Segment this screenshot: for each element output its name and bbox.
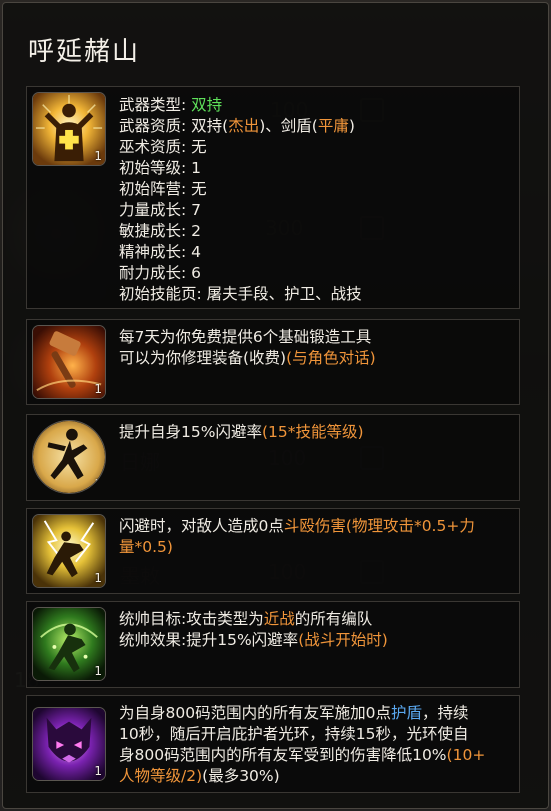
skill-icon[interactable]: 1 bbox=[32, 514, 106, 588]
skill-text-segment: 每7天为你免费提供6个基础锻造工具 bbox=[119, 328, 372, 346]
attribute-row: 敏捷成长: 2 bbox=[119, 221, 511, 242]
skill-text-segment: 护盾 bbox=[390, 704, 422, 722]
skill-description-line: 为自身800码范围内的所有友军施加0点护盾，持续 bbox=[119, 703, 511, 724]
skill-text-segment: (15*技能等级) bbox=[261, 423, 364, 441]
attribute-row: 武器类型: 双持 bbox=[119, 95, 511, 116]
attribute-label: 初始等级: bbox=[119, 159, 187, 177]
attribute-label: 武器资质: bbox=[119, 117, 187, 135]
attribute-row: 力量成长: 7 bbox=[119, 200, 511, 221]
attribute-value: 1 bbox=[186, 159, 202, 177]
skill-icon[interactable]: 1 bbox=[32, 325, 106, 399]
attribute-value: )、剑盾( bbox=[259, 117, 318, 135]
skill-text-segment: 10秒，随后开启庇护者光环，持续15秒，光环使自 bbox=[119, 725, 469, 743]
attribute-value: 无 bbox=[186, 138, 207, 156]
skill-text-segment: 身800码范围内的所有友军受到的伤害降低10% bbox=[119, 746, 447, 764]
attribute-value: 双持 bbox=[186, 96, 223, 114]
hero-attribute-list: 武器类型: 双持 武器资质: 双持(杰出)、剑盾(平庸) 巫术资质: 无初始等级: … bbox=[119, 95, 511, 305]
skill-description-line: 身800码范围内的所有友军受到的伤害降低10%(10+ bbox=[119, 745, 511, 766]
level-badge: 1 bbox=[94, 382, 102, 396]
attribute-row: 初始等级: 1 bbox=[119, 158, 511, 179]
attribute-value: 2 bbox=[186, 222, 202, 240]
skill-icon[interactable]: 1 bbox=[32, 707, 106, 781]
skill-text-segment: 统帅目标:攻击类型为 bbox=[119, 610, 264, 628]
skill-text-segment: 的所有编队 bbox=[294, 610, 373, 628]
skill-description-line: 量*0.5) bbox=[119, 537, 511, 558]
attribute-row: 巫术资质: 无 bbox=[119, 137, 511, 158]
skill-card-command: 1 统帅目标:攻击类型为近战的所有编队 统帅效果:提升15%闪避率(战斗开始时) bbox=[26, 601, 520, 688]
skill-text-segment: (物理攻击*0.5+力 bbox=[345, 517, 475, 535]
level-badge: 1 bbox=[94, 664, 102, 678]
level-badge: 1 bbox=[94, 477, 102, 491]
level-badge: 1 bbox=[94, 571, 102, 585]
attribute-label: 耐力成长: bbox=[119, 264, 187, 282]
attribute-label: 初始阵营: bbox=[119, 180, 187, 198]
skill-card-shield: 1 为自身800码范围内的所有友军施加0点护盾，持续 10秒，随后开启庇护者光环，… bbox=[26, 695, 520, 793]
hero-name-title: 呼延赭山 bbox=[28, 37, 141, 67]
skill-text-segment: 人物等级/2) bbox=[119, 767, 203, 785]
skill-description: 统帅目标:攻击类型为近战的所有编队 统帅效果:提升15%闪避率(战斗开始时) bbox=[119, 609, 511, 651]
attribute-row: 初始技能页: 屠夫手段、护卫、战技 bbox=[119, 284, 511, 305]
skill-text-segment: ，持续 bbox=[421, 704, 469, 722]
skill-icon[interactable]: 1 bbox=[32, 420, 106, 494]
skill-description-line: 10秒，随后开启庇护者光环，持续15秒，光环使自 bbox=[119, 724, 511, 745]
skill-text-segment: 闪避时，对敌人造成0点 bbox=[119, 517, 284, 535]
attribute-row: 武器资质: 双持(杰出)、剑盾(平庸) bbox=[119, 116, 511, 137]
skill-text-segment: 为自身800码范围内的所有友军施加0点 bbox=[119, 704, 391, 722]
hero-class-icon: 1 bbox=[32, 92, 106, 166]
attribute-value: ) bbox=[348, 117, 355, 135]
skill-text-segment: 近战 bbox=[263, 610, 295, 628]
attribute-label: 巫术资质: bbox=[119, 138, 187, 156]
skill-card-evasion: 1 提升自身15%闪避率(15*技能等级) bbox=[26, 414, 520, 501]
attribute-value: 平庸 bbox=[317, 117, 349, 135]
attribute-value: 6 bbox=[186, 264, 202, 282]
skill-description-line: 统帅目标:攻击类型为近战的所有编队 bbox=[119, 609, 511, 630]
skill-text-segment: (10+ bbox=[446, 746, 486, 764]
skill-text-segment: (战斗开始时) bbox=[298, 631, 388, 649]
skill-text-segment: 统帅效果:提升15%闪避率 bbox=[119, 631, 299, 649]
skill-description-line: 统帅效果:提升15%闪避率(战斗开始时) bbox=[119, 630, 511, 651]
attribute-row: 精神成长: 4 bbox=[119, 242, 511, 263]
skill-description-line: 可以为你修理装备(收费)(与角色对话) bbox=[119, 348, 511, 369]
skill-description-line: 闪避时，对敌人造成0点斗殴伤害(物理攻击*0.5+力 bbox=[119, 516, 511, 537]
skill-description: 每7天为你免费提供6个基础锻造工具 可以为你修理装备(收费)(与角色对话) bbox=[119, 327, 511, 369]
level-badge: 1 bbox=[94, 764, 102, 778]
skill-text-segment: 可以为你修理装备(收费) bbox=[119, 349, 287, 367]
attribute-row: 耐力成长: 6 bbox=[119, 263, 511, 284]
skill-icon[interactable]: 1 bbox=[32, 607, 106, 681]
attribute-label: 初始技能页: bbox=[119, 285, 202, 303]
attribute-value: 4 bbox=[186, 243, 202, 261]
skill-description-line: 提升自身15%闪避率(15*技能等级) bbox=[119, 422, 511, 443]
attribute-label: 武器类型: bbox=[119, 96, 187, 114]
attribute-label: 敏捷成长: bbox=[119, 222, 187, 240]
skill-description-line: 每7天为你免费提供6个基础锻造工具 bbox=[119, 327, 511, 348]
attribute-row: 初始阵营: 无 bbox=[119, 179, 511, 200]
attribute-label: 力量成长: bbox=[119, 201, 187, 219]
attribute-value: 杰出 bbox=[228, 117, 260, 135]
skill-text-segment: 斗殴伤害 bbox=[283, 517, 346, 535]
attribute-value: 双持( bbox=[186, 117, 229, 135]
attribute-label: 精神成长: bbox=[119, 243, 187, 261]
hero-attributes-card: 1 武器类型: 双持 武器资质: 双持(杰出)、剑盾(平庸) 巫术资质: 无初始等级… bbox=[26, 86, 520, 309]
attribute-value: 屠夫手段、护卫、战技 bbox=[201, 285, 362, 303]
level-badge: 1 bbox=[94, 149, 102, 163]
skill-text-segment: 量*0.5) bbox=[119, 538, 173, 556]
skill-card-forge: 1 每7天为你免费提供6个基础锻造工具 可以为你修理装备(收费)(与角色对话) bbox=[26, 319, 520, 405]
skill-description: 为自身800码范围内的所有友军施加0点护盾，持续 10秒，随后开启庇护者光环，持续… bbox=[119, 703, 511, 787]
attribute-value: 无 bbox=[186, 180, 207, 198]
skill-text-segment: (与角色对话) bbox=[286, 349, 376, 367]
skill-description: 提升自身15%闪避率(15*技能等级) bbox=[119, 422, 511, 443]
skill-text-segment: 提升自身15%闪避率 bbox=[119, 423, 262, 441]
skill-text-segment: (最多30%) bbox=[202, 767, 280, 785]
skill-description: 闪避时，对敌人造成0点斗殴伤害(物理攻击*0.5+力 量*0.5) bbox=[119, 516, 511, 558]
skill-description-line: 人物等级/2)(最多30%) bbox=[119, 766, 511, 787]
attribute-value: 7 bbox=[186, 201, 202, 219]
skill-card-counter: 1 闪避时，对敌人造成0点斗殴伤害(物理攻击*0.5+力 量*0.5) bbox=[26, 508, 520, 594]
